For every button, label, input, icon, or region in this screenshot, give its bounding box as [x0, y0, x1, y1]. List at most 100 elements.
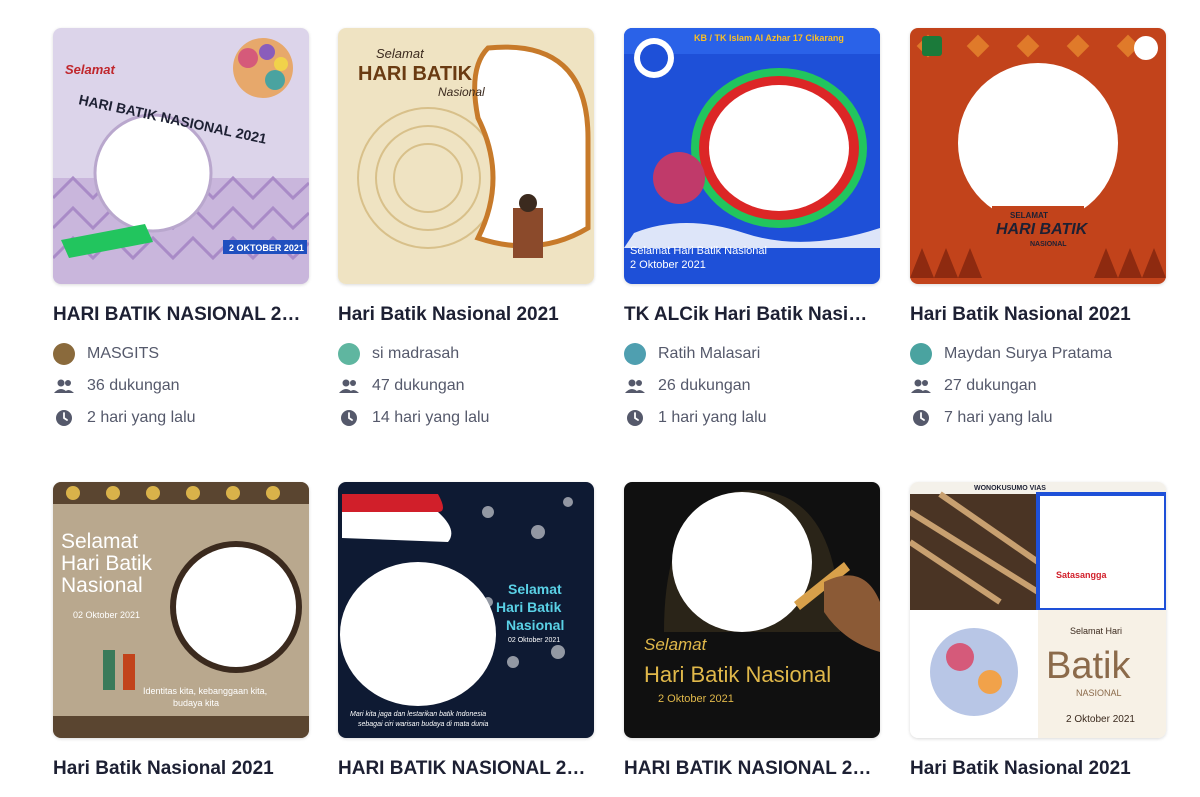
author-name[interactable]: Maydan Surya Pratama [944, 345, 1112, 363]
twibbon-frame-image: Selamat HARI BATIK Nasional [338, 28, 594, 284]
campaign-card[interactable]: Selamat Hari Batik Nasional 2 Oktober 20… [624, 482, 880, 780]
campaign-meta: Maydan Surya Pratama 27 dukungan 7 hari … [910, 338, 1166, 434]
thumb-brand-text: Satasangga [1056, 570, 1108, 580]
thumb-line3-text: NASIONAL [1076, 688, 1122, 698]
thumb-date-text: 2 OKTOBER 2021 [229, 243, 304, 253]
thumb-line2-text: Batik [1046, 645, 1131, 687]
supporters-row: 36 dukungan [53, 370, 309, 402]
avatar [910, 343, 932, 365]
thumb-line1-text: Selamat [644, 635, 708, 654]
author-row[interactable]: Ratih Malasari [624, 338, 880, 370]
supporters-count: 27 dukungan [944, 377, 1037, 394]
thumb-line3-text: Nasional [61, 574, 143, 597]
time-row: 14 hari yang lalu [338, 402, 594, 434]
twibbon-frame-image: Selamat Hari Batik Nasional 02 Oktober 2… [338, 482, 594, 738]
thumb-line1-text: Selamat Hari [1070, 626, 1122, 636]
campaign-thumbnail[interactable]: SELAMAT HARI BATIK NASIONAL [910, 28, 1166, 284]
campaign-meta: MASGITS 36 dukungan 2 hari yang lalu [53, 338, 309, 434]
author-name[interactable]: si madrasah [372, 345, 459, 363]
thumb-heading-text: HARI BATIK [996, 221, 1089, 238]
thumb-heading-text: HARI BATIK [358, 63, 473, 85]
time-ago: 1 hari yang lalu [658, 409, 767, 426]
author-name[interactable]: MASGITS [87, 345, 159, 363]
campaign-thumbnail[interactable]: Selamat Hari Batik Nasional 02 Oktober 2… [53, 482, 309, 738]
campaign-title[interactable]: TK ALCik Hari Batik Nasio… [624, 304, 874, 326]
thumb-caption-text: Mari kita jaga dan lestarikan batik Indo… [350, 711, 486, 718]
campaign-card[interactable]: Selamat Hari Batik Nasional 02 Oktober 2… [338, 482, 594, 780]
campaign-thumbnail[interactable]: Selamat Hari Batik Nasional 02 Oktober 2… [338, 482, 594, 738]
campaign-card[interactable]: KB / TK Islam Al Azhar 17 Cikarang Selam… [624, 28, 880, 434]
time-row: 2 hari yang lalu [53, 402, 309, 434]
author-name[interactable]: Ratih Malasari [658, 345, 760, 363]
campaign-meta: si madrasah 47 dukungan 14 hari yang lal… [338, 338, 594, 434]
supporters-row: 47 dukungan [338, 370, 594, 402]
thumb-date-text: 02 Oktober 2021 [508, 637, 560, 644]
time-ago: 2 hari yang lalu [87, 409, 196, 426]
clock-icon [624, 407, 646, 429]
thumb-line1-text: Selamat [61, 530, 138, 553]
supporters-count: 47 dukungan [372, 377, 465, 394]
avatar [53, 343, 75, 365]
users-icon [910, 375, 932, 397]
twibbon-frame-image: Selamat Hari Batik Nasional 02 Oktober 2… [53, 482, 309, 738]
thumb-top-text: WONOKUSUMO VIAS [974, 485, 1046, 492]
supporters-row: 27 dukungan [910, 370, 1166, 402]
thumb-line2-text: Hari Batik [496, 599, 562, 615]
campaign-thumbnail[interactable]: Selamat HARI BATIK Nasional [338, 28, 594, 284]
campaign-card[interactable]: Selamat Hari Batik Nasional 02 Oktober 2… [53, 482, 309, 780]
clock-icon [910, 407, 932, 429]
campaign-card[interactable]: SELAMAT HARI BATIK NASIONAL Hari Batik N… [910, 28, 1166, 434]
campaign-title[interactable]: HARI BATIK NASIONAL 2… [338, 758, 588, 780]
users-icon [338, 375, 360, 397]
thumb-caption-text: sebagai ciri warisan budaya di mata duni… [358, 721, 488, 728]
campaign-title[interactable]: Hari Batik Nasional 2021 [910, 304, 1160, 326]
thumb-date-text: 02 Oktober 2021 [73, 610, 140, 620]
time-row: 7 hari yang lalu [910, 402, 1166, 434]
twibbon-frame-image: Selamat Hari Batik Nasional 2 Oktober 20… [624, 482, 880, 738]
time-row: 1 hari yang lalu [624, 402, 880, 434]
campaign-meta: Ratih Malasari 26 dukungan 1 hari yang l… [624, 338, 880, 434]
users-icon [624, 375, 646, 397]
supporters-row: 26 dukungan [624, 370, 880, 402]
campaign-title[interactable]: HARI BATIK NASIONAL 2… [53, 304, 303, 326]
avatar [338, 343, 360, 365]
campaign-thumbnail[interactable]: Selamat Hari Batik Nasional 2 Oktober 20… [624, 482, 880, 738]
campaign-card[interactable]: Selamat HARI BATIK Nasional Hari Batik N… [338, 28, 594, 434]
campaign-grid: Selamat HARI BATIK NASIONAL 2021 2 OKTOB… [0, 0, 1200, 797]
campaign-title[interactable]: HARI BATIK NASIONAL 2… [624, 758, 874, 780]
thumb-line2-text: Hari Batik [61, 552, 153, 575]
thumb-line2-text: Hari Batik Nasional [644, 662, 831, 687]
campaign-title[interactable]: Hari Batik Nasional 2021 [53, 758, 303, 780]
campaign-title[interactable]: Hari Batik Nasional 2021 [910, 758, 1160, 780]
thumb-greeting-text: SELAMAT [1010, 211, 1048, 220]
thumb-sub-text: Nasional [438, 85, 485, 99]
campaign-card[interactable]: Selamat HARI BATIK NASIONAL 2021 2 OKTOB… [53, 28, 309, 434]
author-row[interactable]: si madrasah [338, 338, 594, 370]
thumb-caption-text: Identitas kita, kebanggaan kita, [143, 686, 267, 696]
twibbon-frame-image: WONOKUSUMO VIAS Satasangga Selamat Hari … [910, 482, 1166, 738]
clock-icon [53, 407, 75, 429]
thumb-caption-text: budaya kita [173, 698, 219, 708]
thumb-footer-text: Selamat Hari Batik Nasional [630, 245, 767, 257]
campaign-thumbnail[interactable]: WONOKUSUMO VIAS Satasangga Selamat Hari … [910, 482, 1166, 738]
twibbon-frame-image: SELAMAT HARI BATIK NASIONAL [910, 28, 1166, 284]
thumb-footer-date: 2 Oktober 2021 [630, 259, 706, 271]
campaign-thumbnail[interactable]: KB / TK Islam Al Azhar 17 Cikarang Selam… [624, 28, 880, 284]
thumb-greeting-text: Selamat [376, 46, 425, 61]
twibbon-frame-image: KB / TK Islam Al Azhar 17 Cikarang Selam… [624, 28, 880, 284]
campaign-title[interactable]: Hari Batik Nasional 2021 [338, 304, 588, 326]
twibbon-frame-image: Selamat HARI BATIK NASIONAL 2021 2 OKTOB… [53, 28, 309, 284]
author-row[interactable]: MASGITS [53, 338, 309, 370]
thumb-line3-text: Nasional [506, 617, 564, 633]
clock-icon [338, 407, 360, 429]
thumb-date-text: 2 Oktober 2021 [658, 693, 734, 705]
campaign-thumbnail[interactable]: Selamat HARI BATIK NASIONAL 2021 2 OKTOB… [53, 28, 309, 284]
thumb-sub-text: NASIONAL [1030, 241, 1067, 248]
campaign-card[interactable]: WONOKUSUMO VIAS Satasangga Selamat Hari … [910, 482, 1166, 780]
thumb-date-text: 2 Oktober 2021 [1066, 714, 1135, 725]
thumb-line1-text: Selamat [508, 581, 562, 597]
thumb-greeting-text: Selamat [65, 62, 116, 77]
thumb-header-text: KB / TK Islam Al Azhar 17 Cikarang [694, 33, 844, 43]
author-row[interactable]: Maydan Surya Pratama [910, 338, 1166, 370]
avatar [624, 343, 646, 365]
